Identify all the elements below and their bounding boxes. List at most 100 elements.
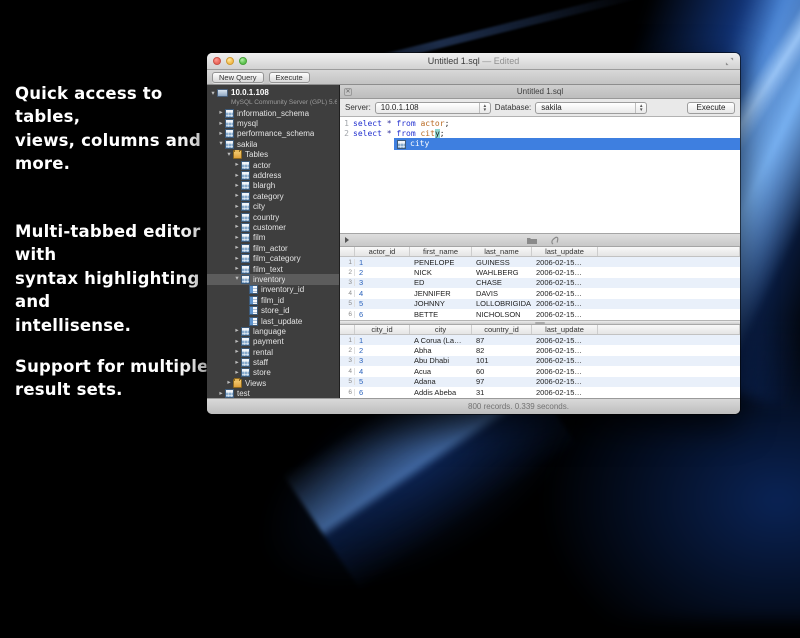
disclosure-triangle-icon[interactable] [233, 192, 241, 200]
results-toolbar [340, 233, 740, 247]
fullscreen-icon[interactable] [725, 57, 734, 66]
tree-item-rental[interactable]: rental [207, 347, 339, 357]
disclosure-triangle-icon[interactable] [233, 327, 241, 335]
paperclip-icon[interactable] [550, 236, 559, 246]
disclosure-triangle-icon[interactable] [233, 338, 241, 346]
disclosure-triangle-icon[interactable] [233, 172, 241, 180]
tree-item-server[interactable]: 10.0.1.108 MySQL Community Server (GPL) … [207, 85, 339, 108]
tree-item-film-text[interactable]: film_text [207, 264, 339, 274]
autocomplete-suggestion-city[interactable]: city [394, 138, 740, 150]
disclosure-triangle-icon[interactable] [233, 203, 241, 211]
main-toolbar: New Query Execute [207, 70, 740, 85]
table-row[interactable]: 44Acua602006-02-15… [340, 366, 740, 376]
column-header[interactable]: country_id [472, 325, 532, 334]
disclosure-triangle-icon[interactable] [217, 390, 225, 398]
column-header[interactable]: last_update [532, 247, 598, 256]
table-icon [241, 223, 250, 232]
collapse-results-icon[interactable] [345, 237, 349, 243]
column-header[interactable]: last_name [472, 247, 532, 256]
column-header[interactable]: actor_id [355, 247, 410, 256]
table-row[interactable]: 55JOHNNYLOLLOBRIGIDA2006-02-15… [340, 299, 740, 309]
disclosure-triangle-icon[interactable] [233, 244, 241, 252]
tree-item-tables[interactable]: Tables [207, 150, 339, 160]
column-icon [249, 317, 258, 326]
disclosure-triangle-icon[interactable] [233, 265, 241, 273]
execute-toolbar-button[interactable]: Execute [269, 72, 310, 83]
server-select[interactable]: 10.0.1.108 ▲▼ [375, 102, 491, 114]
table-row[interactable]: 44JENNIFERDAVIS2006-02-15… [340, 288, 740, 298]
table-row[interactable]: 55Adana972006-02-15… [340, 377, 740, 387]
table-row[interactable]: 11PENELOPEGUINESS2006-02-15… [340, 257, 740, 267]
disclosure-triangle-icon[interactable] [209, 90, 217, 107]
table-row[interactable]: 33EDCHASE2006-02-15… [340, 278, 740, 288]
database-select[interactable]: sakila ▲▼ [535, 102, 647, 114]
title-bar[interactable]: Untitled 1.sql — Edited [207, 53, 740, 70]
folder-icon [233, 379, 242, 388]
tree-item-category[interactable]: category [207, 191, 339, 201]
disclosure-triangle-icon[interactable] [233, 213, 241, 221]
tree-item-inventory-id[interactable]: inventory_id [207, 285, 339, 295]
column-header[interactable]: first_name [410, 247, 472, 256]
folder-icon [233, 150, 242, 159]
tree-item-payment[interactable]: payment [207, 337, 339, 347]
tree-item-information-schema[interactable]: information_schema [207, 108, 339, 118]
results-splitter-handle[interactable] [340, 320, 740, 325]
disclosure-triangle-icon[interactable] [225, 151, 233, 159]
stepper-arrows-icon: ▲▼ [635, 103, 646, 113]
tree-item-film[interactable]: film [207, 233, 339, 243]
tab-untitled-1[interactable]: Untitled 1.sql [340, 87, 740, 96]
tree-item-mysql[interactable]: mysql [207, 118, 339, 128]
table-icon [241, 327, 250, 336]
tree-item-country[interactable]: country [207, 212, 339, 222]
tree-item-store-id[interactable]: store_id [207, 305, 339, 315]
disclosure-triangle-icon[interactable] [233, 182, 241, 190]
tree-item-film-id[interactable]: film_id [207, 295, 339, 305]
table-icon [241, 368, 250, 377]
disclosure-triangle-icon[interactable] [233, 359, 241, 367]
tree-item-film-category[interactable]: film_category [207, 253, 339, 263]
column-header[interactable]: last_update [532, 325, 598, 334]
tree-item-film-actor[interactable]: film_actor [207, 243, 339, 253]
disclosure-triangle-icon[interactable] [217, 109, 225, 117]
disclosure-triangle-icon[interactable] [233, 161, 241, 169]
table-row[interactable]: 22Abha822006-02-15… [340, 345, 740, 355]
new-query-button[interactable]: New Query [212, 72, 264, 83]
tree-item-performance-schema[interactable]: performance_schema [207, 129, 339, 139]
tree-item-views[interactable]: Views [207, 378, 339, 388]
disclosure-triangle-icon[interactable] [233, 223, 241, 231]
disclosure-triangle-icon[interactable] [217, 120, 225, 128]
table-row[interactable]: 66Addis Abeba312006-02-15… [340, 387, 740, 397]
tree-item-staff[interactable]: staff [207, 357, 339, 367]
table-row[interactable]: 11A Corua (La…872006-02-15… [340, 335, 740, 345]
table-icon [241, 171, 250, 180]
tree-item-test[interactable]: test [207, 389, 339, 398]
status-bar: 800 records. 0.339 seconds. [207, 398, 740, 414]
disclosure-triangle-icon[interactable] [233, 275, 241, 283]
tree-item-city[interactable]: city [207, 202, 339, 212]
tree-item-language[interactable]: language [207, 326, 339, 336]
disclosure-triangle-icon[interactable] [233, 234, 241, 242]
table-row[interactable]: 22NICKWAHLBERG2006-02-15… [340, 267, 740, 277]
execute-query-button[interactable]: Execute [687, 102, 735, 114]
disclosure-triangle-icon[interactable] [233, 348, 241, 356]
tree-item-blargh[interactable]: blargh [207, 181, 339, 191]
tree-item-customer[interactable]: customer [207, 222, 339, 232]
table-row[interactable]: 66BETTENICHOLSON2006-02-15… [340, 309, 740, 319]
tree-item-store[interactable]: store [207, 368, 339, 378]
disclosure-triangle-icon[interactable] [217, 130, 225, 138]
tree-item-actor[interactable]: actor [207, 160, 339, 170]
export-folder-icon[interactable] [526, 236, 538, 245]
disclosure-triangle-icon[interactable] [225, 379, 233, 387]
disclosure-triangle-icon[interactable] [233, 255, 241, 263]
tree-item-address[interactable]: address [207, 170, 339, 180]
disclosure-triangle-icon[interactable] [233, 369, 241, 377]
table-icon [397, 140, 406, 149]
column-header[interactable]: city [410, 325, 472, 334]
sql-editor[interactable]: 1 select * from actor; 2 select * from c… [340, 117, 740, 233]
disclosure-triangle-icon[interactable] [217, 140, 225, 148]
table-row[interactable]: 33Abu Dhabi1012006-02-15… [340, 356, 740, 366]
tree-item-last-update[interactable]: last_update [207, 316, 339, 326]
tree-item-sakila[interactable]: sakila [207, 139, 339, 149]
column-header[interactable]: city_id [355, 325, 410, 334]
tree-item-inventory[interactable]: inventory [207, 274, 339, 284]
